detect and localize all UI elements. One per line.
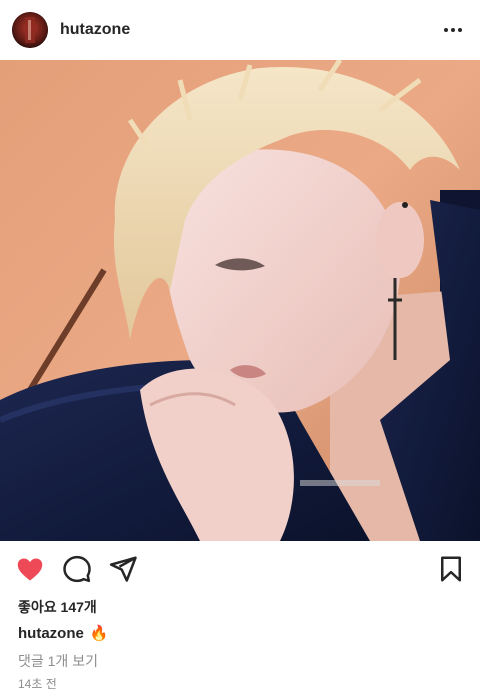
view-comments-link[interactable]: 댓글 1개 보기: [18, 651, 98, 671]
more-dots-icon[interactable]: [438, 22, 468, 38]
bookmark-icon[interactable]: [436, 554, 466, 584]
timestamp: 14초 전: [18, 677, 57, 691]
caption-emoji: 🔥: [89, 625, 109, 642]
post-header: hutazone: [0, 0, 480, 60]
comment-icon[interactable]: [62, 554, 92, 584]
avatar[interactable]: [12, 12, 48, 48]
header-username[interactable]: hutazone: [60, 21, 130, 39]
action-bar: [0, 541, 480, 597]
likes-count[interactable]: 좋아요 147개: [18, 597, 97, 617]
caption: hutazone 🔥: [18, 624, 109, 643]
heart-icon[interactable]: [15, 554, 45, 584]
share-icon[interactable]: [108, 554, 138, 584]
caption-username[interactable]: hutazone: [18, 625, 84, 642]
post-photo[interactable]: [0, 60, 480, 541]
